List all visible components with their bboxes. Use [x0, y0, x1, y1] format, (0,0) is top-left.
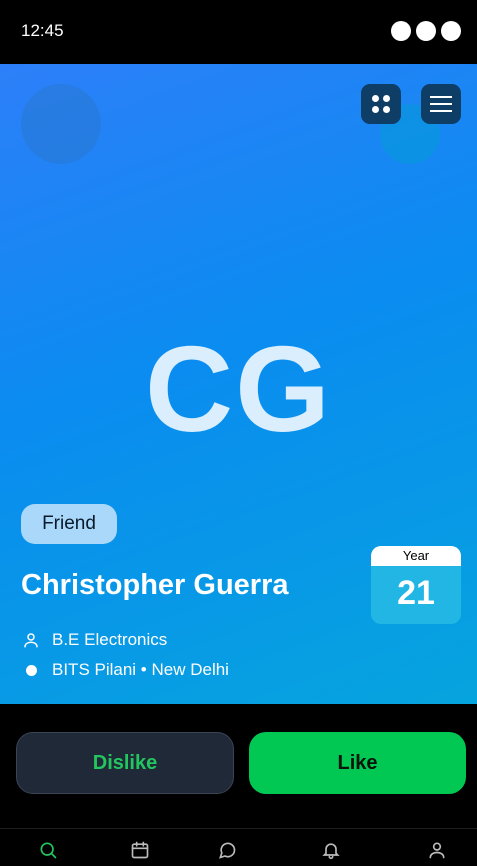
- status-dot-icon: [416, 21, 436, 41]
- hamburger-icon: [430, 96, 452, 112]
- grid-icon: [372, 95, 390, 113]
- college-text: BITS Pilani • New Delhi: [52, 660, 229, 679]
- chat-icon: [219, 842, 236, 859]
- year-label: Year: [371, 546, 461, 566]
- relationship-badge: Friend: [21, 504, 117, 544]
- profile-card[interactable]: CG Friend Christopher Guerra Year 21 B.E…: [0, 64, 477, 704]
- user-icon: [21, 630, 41, 650]
- status-time: 12:45: [21, 21, 64, 40]
- status-dot-icon: [441, 21, 461, 41]
- status-bar: 12:45: [0, 0, 477, 64]
- nav-chat[interactable]: [216, 839, 238, 861]
- nav-calendar[interactable]: [129, 839, 151, 861]
- status-indicators: [391, 21, 461, 41]
- like-button[interactable]: Like: [249, 732, 466, 794]
- profile-initials: CG: [145, 321, 332, 457]
- course-row: B.E Electronics: [21, 630, 167, 650]
- nav-notifications[interactable]: [320, 839, 342, 861]
- status-dot-icon: [391, 21, 411, 41]
- user-icon: [429, 842, 445, 859]
- search-icon: [40, 842, 57, 859]
- dislike-button[interactable]: Dislike: [16, 732, 234, 794]
- nav-profile[interactable]: [426, 839, 448, 861]
- profile-name: Christopher Guerra: [21, 569, 289, 601]
- decorative-circle: [21, 84, 101, 164]
- grid-view-button[interactable]: [361, 84, 401, 124]
- bottom-nav: [0, 828, 477, 866]
- year-value: 21: [397, 574, 435, 612]
- course-text: B.E Electronics: [52, 630, 168, 649]
- year-badge: Year 21: [371, 546, 461, 624]
- nav-search[interactable]: [37, 839, 59, 861]
- menu-button[interactable]: [421, 84, 461, 124]
- college-row: BITS Pilani • New Delhi: [21, 660, 229, 680]
- calendar-icon: [131, 841, 149, 859]
- dot-icon: [21, 660, 41, 680]
- bell-icon: [322, 843, 340, 860]
